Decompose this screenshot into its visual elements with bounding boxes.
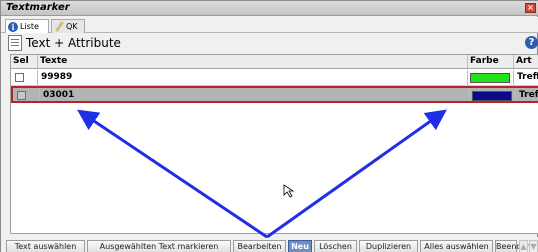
panel-header: Text + Attribute ? xyxy=(4,34,538,52)
scroll-up-button[interactable]: ▲ xyxy=(519,240,528,252)
markieren-button[interactable]: Ausgewählten Text markieren xyxy=(87,240,231,252)
document-icon xyxy=(8,35,22,51)
panel-title: Text + Attribute xyxy=(26,36,121,50)
row-art: Treffer xyxy=(517,72,538,82)
table-row[interactable]: 99989 Treffer xyxy=(11,70,538,86)
title-bar: Textmarker × xyxy=(1,1,538,16)
scroll-down-button[interactable]: ▼ xyxy=(529,240,538,252)
row-text: 99989 xyxy=(38,70,468,85)
color-swatch[interactable] xyxy=(472,91,512,101)
alles-auswaehlen-button[interactable]: Alles auswählen xyxy=(420,240,493,252)
tab-label: QK xyxy=(66,21,78,31)
row-color-cell xyxy=(468,70,514,85)
text-table: Sel Texte Farbe Art 99989 Treffer 03001 … xyxy=(10,54,538,234)
text-auswaehlen-button[interactable]: Text auswählen xyxy=(6,240,85,252)
bearbeiten-button[interactable]: Bearbeiten xyxy=(233,240,286,252)
row-text: 03001 xyxy=(40,88,470,101)
column-header-texte[interactable]: Texte xyxy=(38,55,468,68)
tab-qk[interactable]: QK xyxy=(51,19,85,33)
row-select-checkbox[interactable] xyxy=(15,73,24,82)
pen-icon xyxy=(54,22,64,32)
tab-label: Liste xyxy=(20,21,39,31)
duplizieren-button[interactable]: Duplizieren xyxy=(359,240,418,252)
table-header: Sel Texte Farbe Art xyxy=(11,55,538,69)
tab-bar: i Liste QK xyxy=(1,17,538,33)
column-header-farbe[interactable]: Farbe xyxy=(468,55,514,68)
window-title: Textmarker xyxy=(6,2,70,13)
help-icon[interactable]: ? xyxy=(525,36,538,49)
table-row-selected[interactable]: 03001 Treffer xyxy=(11,86,538,103)
neu-button[interactable]: Neu xyxy=(288,240,312,252)
loeschen-button[interactable]: Löschen xyxy=(314,240,357,252)
tab-liste[interactable]: i Liste xyxy=(5,19,49,33)
info-icon: i xyxy=(8,21,18,32)
color-swatch[interactable] xyxy=(470,73,510,83)
row-art: Treffer xyxy=(519,90,538,100)
textmarker-window: Textmarker × i Liste QK Text + Attribute… xyxy=(0,0,538,252)
column-header-art[interactable]: Art xyxy=(514,55,538,68)
beenden-button[interactable]: Beenden xyxy=(495,240,531,252)
bottom-toolbar: Text auswählen Ausgewählten Text markier… xyxy=(1,237,538,252)
close-button[interactable]: × xyxy=(525,3,536,13)
close-icon: × xyxy=(527,3,534,12)
row-color-cell xyxy=(470,88,516,101)
row-select-checkbox[interactable] xyxy=(17,91,26,100)
column-header-sel[interactable]: Sel xyxy=(11,55,38,68)
